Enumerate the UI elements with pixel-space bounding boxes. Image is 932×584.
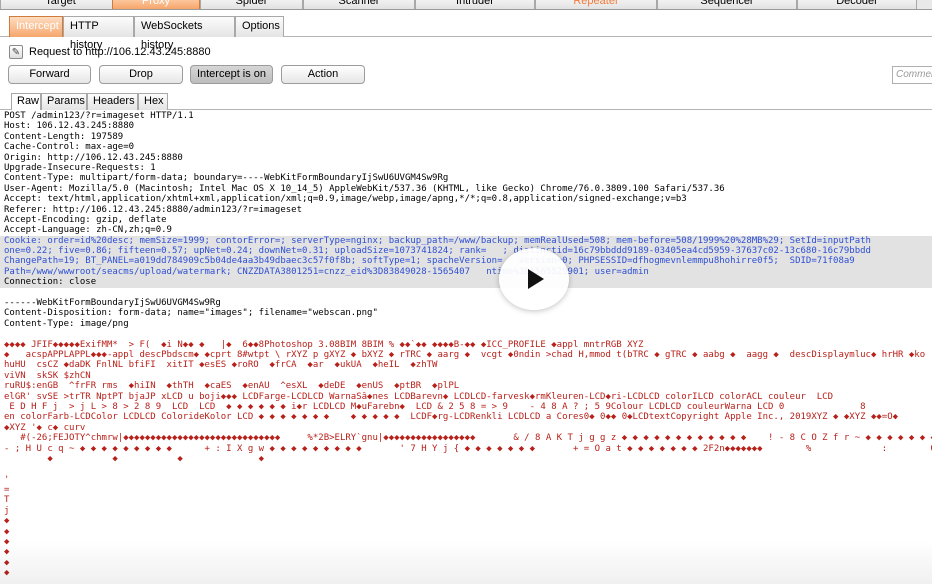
request-header-line: Accept: text/html,application/xhtml+xml,…	[4, 194, 687, 205]
cookie-header-line: Path=/www/wwwroot/seacms/upload/watermar…	[0, 266, 932, 278]
binary-content-line: j	[4, 505, 10, 516]
binary-content-line: ◆	[4, 568, 10, 579]
binary-content-line: huHU csCZ ◆daDK FnlNL bfiFI xitIT ◆esES …	[4, 360, 438, 371]
request-header-line: Cache-Control: max-age=0	[4, 142, 135, 153]
binary-content-line: ◆ acspAPPLAPPL◆◆◆-appl descPbdscm◆ ◆cprt…	[4, 349, 926, 360]
request-header-line: Connection: close	[0, 277, 932, 288]
binary-content-line: ◆◆◆◆ JFIF◆◆◆◆◆ExifMM* > F( ◆i N◆◆ ◆ |◆ 6…	[4, 339, 644, 350]
binary-content-line: - ; H U c q ~ ◆ ◆ ◆ ◆ ◆ ◆ ◆ ◆ ◆ + : I X …	[4, 443, 932, 454]
tab-http-history[interactable]: HTTP history	[63, 16, 134, 51]
binary-content-line: #(-26;FEJOTY^chmrw|◆◆◆◆◆◆◆◆◆◆◆◆◆◆◆◆◆◆◆◆◆…	[4, 433, 932, 444]
binary-content-line: viVN skSK $zhCN	[4, 370, 91, 381]
main-tab-repeater[interactable]: Repeater	[535, 0, 657, 9]
request-header-line: Accept-Encoding: gzip, deflate	[4, 214, 167, 225]
main-tab-decoder[interactable]: Decoder	[797, 0, 917, 9]
request-header-line: Referer: http://106.12.43.245:8880/admin…	[4, 204, 303, 215]
binary-content-line: ◆XYZ '◆ c◆ curv	[4, 422, 86, 433]
binary-content-line: ◆ ◆ ◆ ◆	[4, 453, 265, 464]
main-tab-intruder[interactable]: Intruder	[415, 0, 535, 9]
tab-intercept[interactable]: Intercept	[9, 16, 63, 37]
request-header-line: Host: 106.12.43.245:8880	[4, 121, 135, 132]
binary-content-line: T	[4, 495, 10, 506]
cookie-header-line: one=0.22; five=0.86; fifteen=0.57; upNet…	[0, 246, 932, 257]
cookie-header-line: ChangePath=19; BT_PANEL=a019dd784909c5b0…	[0, 256, 932, 267]
request-target-bar: ✎ Request to http://106.12.43.245:8880	[9, 43, 211, 61]
binary-content-line: ◆	[4, 516, 10, 527]
binary-content-line: =	[4, 485, 10, 496]
tab-hex[interactable]: Hex	[138, 93, 168, 110]
request-header-line: Accept-Language: zh-CN,zh;q=0.9	[4, 225, 172, 236]
binary-content-line: elGR' svSE >trTR NptPT bjaJP xLCD u boji…	[4, 391, 834, 402]
tab-options[interactable]: Options	[235, 16, 284, 37]
request-target-label: Request to http://106.12.43.245:8880	[29, 46, 211, 58]
tab-websockets-history[interactable]: WebSockets history	[134, 16, 235, 51]
binary-content-line: E D H F j > j L > 8 > 2 8 9 LCD LCD ◆ ◆ …	[4, 401, 866, 412]
multipart-header-line: Content-Disposition: form-data; name="im…	[4, 308, 378, 319]
binary-content-line	[0, 464, 932, 474]
comment-input[interactable]: Comment	[892, 66, 932, 84]
request-header-line: Content-Length: 197589	[4, 131, 124, 142]
request-header-line: Content-Type: multipart/form-data; bound…	[4, 173, 449, 184]
binary-content-line: ◆	[4, 526, 10, 537]
main-tab-sequencer[interactable]: Sequencer	[657, 0, 797, 9]
binary-content-line	[0, 579, 932, 584]
tab-headers[interactable]: Headers	[87, 93, 138, 110]
request-header-line: POST /admin123/?r=imageset HTTP/1.1	[4, 111, 194, 121]
multipart-header-line: Content-Type: image/png	[4, 318, 129, 329]
proxy-sub-tabs: Intercept HTTP history WebSockets histor…	[0, 13, 932, 51]
binary-content-line: ◆	[4, 557, 10, 568]
drop-button[interactable]: Drop	[99, 65, 183, 84]
binary-content-line: ruRU$:enGB ^frFR rms ◆hiIN ◆thTH ◆caES ◆…	[4, 381, 460, 392]
message-view-tabs: Raw Params Headers Hex	[0, 91, 932, 110]
binary-content-line: en colorFarb-LCDColor LCDLCD ColorideKol…	[4, 412, 899, 423]
tab-raw[interactable]: Raw	[11, 93, 41, 110]
edit-pencil-icon[interactable]: ✎	[9, 45, 23, 59]
burp-main-tabs: Target Proxy Spider Scanner Intruder Rep…	[0, 0, 932, 10]
action-button[interactable]: Action	[281, 65, 365, 84]
binary-content-line: ◆	[4, 537, 10, 548]
video-play-button[interactable]	[499, 248, 569, 310]
binary-content-line: '	[4, 474, 10, 485]
play-icon	[528, 269, 544, 289]
binary-content-line: ◆	[4, 547, 10, 558]
intercept-toggle-button[interactable]: Intercept is on	[190, 65, 273, 84]
main-tab-scanner[interactable]: Scanner	[303, 0, 415, 9]
request-header-line: Origin: http://106.12.43.245:8880	[4, 152, 183, 163]
raw-request-editor[interactable]: POST /admin123/?r=imageset HTTP/1.1 Host:…	[0, 111, 932, 584]
forward-button[interactable]: Forward	[8, 65, 91, 84]
multipart-header-line: ------WebKitFormBoundaryIjSwU6UVGM4Sw9Rg	[4, 298, 221, 309]
tab-params[interactable]: Params	[41, 93, 87, 110]
main-tab-target[interactable]: Target	[0, 0, 121, 9]
request-header-line: Upgrade-Insecure-Requests: 1	[4, 162, 156, 173]
request-header-line: User-Agent: Mozilla/5.0 (Macintosh; Inte…	[4, 183, 725, 194]
cookie-header-line: Cookie: order=id%20desc; memSize=1999; c…	[0, 235, 932, 247]
main-tab-proxy[interactable]: Proxy	[112, 0, 200, 9]
main-tab-spider[interactable]: Spider	[200, 0, 303, 9]
